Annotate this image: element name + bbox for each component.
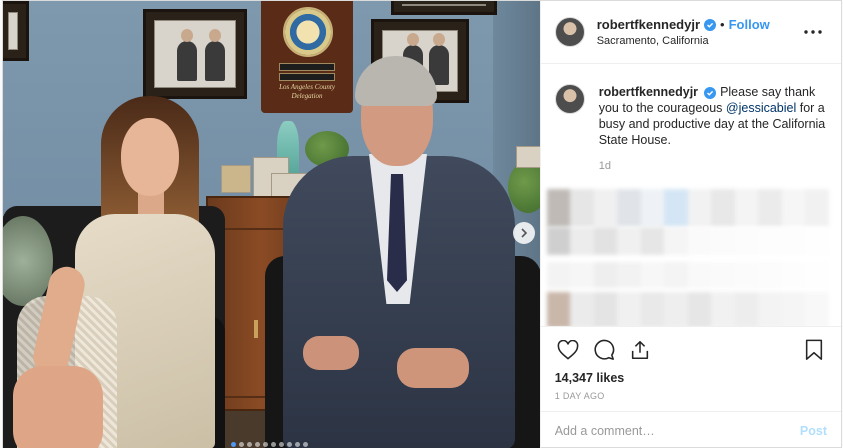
- post-timestamp: 1 DAY AGO: [554, 391, 605, 401]
- share-button[interactable]: [627, 337, 653, 363]
- carousel-next-button[interactable]: [513, 222, 535, 244]
- carousel-dot: [279, 442, 284, 447]
- comment-button[interactable]: [591, 337, 617, 363]
- avatar[interactable]: [554, 84, 585, 114]
- county-seal: [283, 7, 333, 57]
- verified-badge-icon: [704, 87, 717, 99]
- cabinet-knob: [254, 320, 258, 338]
- carousel-dot: [239, 442, 244, 447]
- post-caption: robertfkennedyjr Please say thank you to…: [554, 84, 827, 174]
- verified-badge-icon: [704, 18, 717, 31]
- blurred-comment: [546, 292, 829, 326]
- post-comment-button[interactable]: Post: [800, 424, 827, 438]
- desk-frame: [221, 165, 251, 193]
- post-sidebar: robertfkennedyjr • Follow Sacramento, Ca…: [539, 1, 841, 448]
- caption-time: 1d: [598, 160, 611, 172]
- location-link[interactable]: Sacramento, California: [597, 35, 801, 47]
- follow-button[interactable]: Follow: [729, 17, 770, 32]
- caption-username[interactable]: robertfkennedyjr: [599, 85, 698, 99]
- blurred-comment: [546, 262, 829, 288]
- blurred-comment: [546, 227, 829, 255]
- comments-section: robertfkennedyjr Please say thank you to…: [541, 64, 841, 326]
- bookmark-icon: [805, 339, 823, 360]
- carousel-dot: [303, 442, 308, 447]
- carousel-dot: [231, 442, 236, 447]
- header-username[interactable]: robertfkennedyjr: [597, 17, 700, 32]
- person-left: [13, 96, 218, 448]
- carousel-dot: [295, 442, 300, 447]
- wall-frame-left-edge: [3, 1, 29, 61]
- wall-frame-top: [391, 1, 497, 15]
- comment-box: Post: [540, 411, 841, 448]
- post-header: robertfkennedyjr • Follow Sacramento, Ca…: [540, 1, 841, 64]
- instagram-post: Los Angeles County Delegation robertfken…: [2, 0, 842, 448]
- separator-dot: •: [720, 17, 725, 32]
- wall-frame-photo-1: [143, 9, 247, 99]
- share-icon: [631, 340, 648, 360]
- carousel-dot: [263, 442, 268, 447]
- more-options-icon[interactable]: [801, 20, 825, 44]
- comment-icon: [594, 339, 614, 360]
- carousel-dot: [287, 442, 292, 447]
- carousel-dot: [255, 442, 260, 447]
- chevron-right-icon: [521, 228, 528, 238]
- carousel-dots: [231, 442, 308, 447]
- post-actions: 14,347 likes 1 DAY AGO: [540, 326, 841, 411]
- post-photo[interactable]: Los Angeles County Delegation: [3, 1, 540, 448]
- comment-input[interactable]: [554, 423, 800, 438]
- likes-count[interactable]: 14,347 likes: [555, 371, 827, 385]
- save-button[interactable]: [801, 337, 827, 363]
- avatar[interactable]: [554, 17, 585, 47]
- carousel-dot: [247, 442, 252, 447]
- person-right: [265, 56, 540, 448]
- carousel-dot: [271, 442, 276, 447]
- mention-link[interactable]: @jessicabiel: [726, 101, 796, 115]
- heart-icon: [557, 340, 579, 360]
- like-button[interactable]: [555, 337, 581, 363]
- blurred-comment: [546, 189, 829, 227]
